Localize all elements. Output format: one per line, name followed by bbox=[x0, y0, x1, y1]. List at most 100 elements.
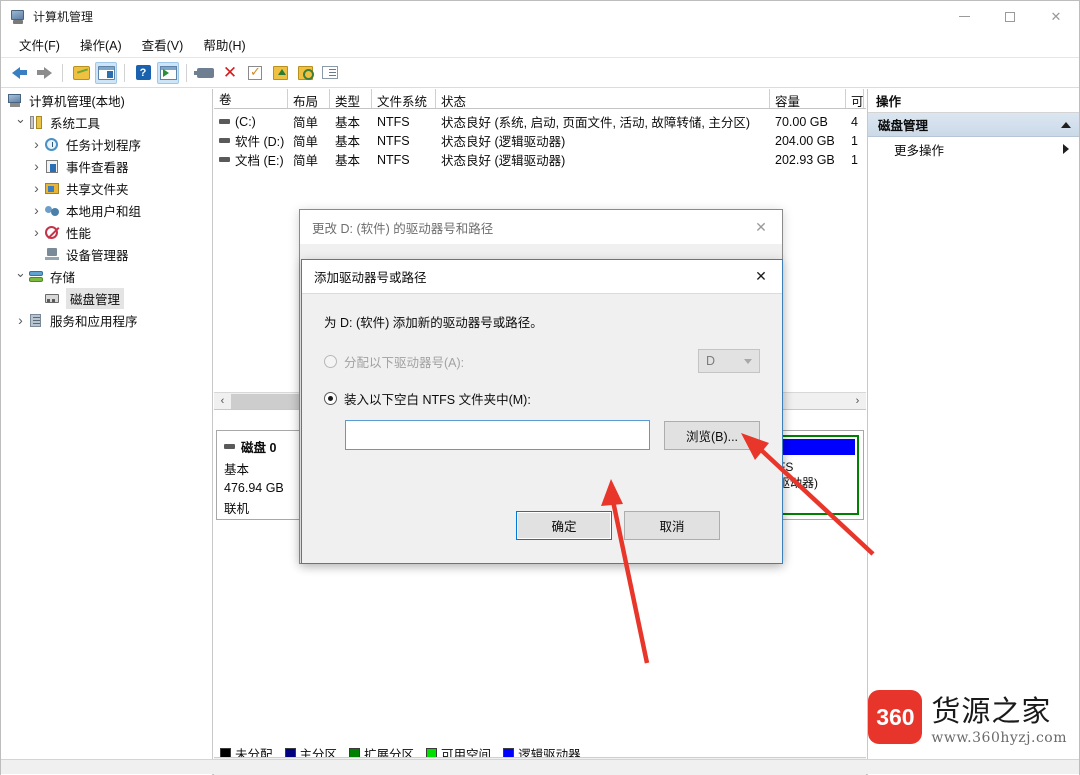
sidebar-item-label: 共享文件夹 bbox=[66, 182, 129, 197]
device-manager-icon bbox=[44, 247, 61, 262]
minimize-button[interactable] bbox=[941, 1, 987, 32]
clock-icon bbox=[44, 137, 61, 152]
option-mount-ntfs-folder[interactable]: 装入以下空白 NTFS 文件夹中(M): bbox=[324, 389, 760, 408]
sidebar-item-label: 存储 bbox=[50, 270, 76, 285]
forward-icon[interactable] bbox=[33, 62, 55, 84]
sidebar-item-shared-folders[interactable]: 共享文件夹 bbox=[1, 177, 212, 199]
show-action-pane-icon[interactable] bbox=[157, 61, 179, 84]
cell-status: 状态良好 (系统, 启动, 页面文件, 活动, 故障转储, 主分区) bbox=[441, 116, 751, 130]
partition-line-1: FS bbox=[778, 460, 794, 474]
column-header-type[interactable]: 类型 bbox=[330, 89, 372, 108]
sidebar-item-system-tools[interactable]: 系统工具 bbox=[1, 111, 212, 133]
sidebar-item-event-viewer[interactable]: 事件查看器 bbox=[1, 155, 212, 177]
column-header-status[interactable]: 状态 bbox=[436, 89, 770, 108]
performance-icon bbox=[44, 225, 61, 240]
option-assign-drive-letter[interactable]: 分配以下驱动器号(A): D bbox=[324, 349, 760, 373]
scroll-left-arrow-icon[interactable]: ‹ bbox=[214, 395, 231, 407]
export-list-icon[interactable] bbox=[269, 62, 291, 84]
window-title: 计算机管理 bbox=[33, 10, 94, 24]
menu-help[interactable]: 帮助(H) bbox=[193, 32, 255, 57]
properties-icon[interactable] bbox=[244, 62, 266, 84]
shared-folders-icon bbox=[44, 181, 61, 196]
table-row[interactable]: (C:) 简单 基本 NTFS 状态良好 (系统, 启动, 页面文件, 活动, … bbox=[214, 112, 866, 131]
cell-type: 基本 bbox=[335, 135, 361, 149]
cell-status: 状态良好 (逻辑驱动器) bbox=[441, 135, 566, 149]
window-controls: ✕ bbox=[941, 1, 1079, 32]
column-header-capacity[interactable]: 容量 bbox=[770, 89, 846, 108]
partition-block-logical[interactable]: FS 驱动器) bbox=[771, 435, 859, 515]
cell-volume-label: (C:) bbox=[235, 114, 256, 129]
sidebar-item-services-applications[interactable]: 服务和应用程序 bbox=[1, 309, 212, 331]
actions-item-more-actions[interactable]: 更多操作 bbox=[868, 137, 1079, 161]
actions-group-disk-management[interactable]: 磁盘管理 bbox=[868, 113, 1079, 137]
close-icon[interactable]: ✕ bbox=[740, 260, 782, 294]
cell-layout: 简单 bbox=[293, 154, 319, 168]
cell-capacity: 70.00 GB bbox=[775, 114, 828, 129]
sidebar-item-performance[interactable]: 性能 bbox=[1, 221, 212, 243]
chevron-right-icon[interactable] bbox=[13, 312, 28, 328]
computer-icon bbox=[7, 93, 24, 108]
cell-layout: 简单 bbox=[293, 135, 319, 149]
close-icon[interactable]: ✕ bbox=[740, 210, 782, 244]
toolbar-separator bbox=[186, 63, 187, 82]
search-icon[interactable] bbox=[294, 62, 316, 84]
chevron-right-icon[interactable] bbox=[29, 202, 44, 218]
collapse-caret-icon[interactable] bbox=[1061, 121, 1071, 128]
browse-button[interactable]: 浏览(B)... bbox=[664, 420, 760, 450]
menu-file[interactable]: 文件(F) bbox=[9, 32, 70, 57]
cell-type: 基本 bbox=[335, 154, 361, 168]
toolbar: ? ✕ bbox=[1, 58, 1079, 88]
column-header-layout[interactable]: 布局 bbox=[288, 89, 330, 108]
sidebar-item-device-manager[interactable]: 设备管理器 bbox=[1, 243, 212, 265]
menu-view[interactable]: 查看(V) bbox=[132, 32, 194, 57]
table-row[interactable]: 文档 (E:) 简单 基本 NTFS 状态良好 (逻辑驱动器) 202.93 G… bbox=[214, 150, 866, 169]
close-button[interactable]: ✕ bbox=[1033, 1, 1079, 32]
delete-icon[interactable]: ✕ bbox=[219, 62, 241, 84]
back-icon[interactable] bbox=[8, 62, 30, 84]
maximize-button[interactable] bbox=[987, 1, 1033, 32]
show-console-tree-icon[interactable] bbox=[95, 61, 117, 84]
menu-bar: 文件(F) 操作(A) 查看(V) 帮助(H) bbox=[1, 32, 1079, 58]
cancel-button[interactable]: 取消 bbox=[624, 511, 720, 540]
dialog-inner-buttons: 确定 取消 bbox=[516, 511, 720, 540]
chevron-right-icon[interactable] bbox=[29, 158, 44, 174]
cell-volume: 文档 (E:) bbox=[214, 150, 288, 169]
scroll-right-arrow-icon[interactable]: › bbox=[849, 395, 866, 407]
drive-letter-dropdown[interactable]: D bbox=[698, 349, 760, 373]
cell-type: 基本 bbox=[335, 116, 361, 130]
column-header-filesystem[interactable]: 文件系统 bbox=[372, 89, 436, 108]
chevron-down-icon[interactable] bbox=[13, 114, 28, 130]
services-apps-icon bbox=[28, 313, 45, 328]
radio-mount-ntfs-folder[interactable] bbox=[324, 392, 337, 405]
help-icon[interactable]: ? bbox=[132, 62, 154, 84]
ok-button[interactable]: 确定 bbox=[516, 511, 612, 540]
rescan-icon[interactable] bbox=[193, 62, 216, 84]
chevron-down-icon[interactable] bbox=[13, 268, 28, 284]
sidebar-item-disk-management[interactable]: 磁盘管理 bbox=[1, 287, 212, 309]
radio-assign-drive-letter[interactable] bbox=[324, 354, 337, 368]
sidebar-item-local-users-groups[interactable]: 本地用户和组 bbox=[1, 199, 212, 221]
disk-info: 磁盘 0 基本 476.94 GB 联机 bbox=[217, 431, 303, 519]
column-header-free[interactable]: 可 bbox=[846, 89, 864, 108]
up-folder-icon[interactable] bbox=[70, 62, 92, 84]
cell-volume-label: 文档 (E:) bbox=[235, 154, 284, 168]
watermark-url: www.360hyzj.com bbox=[931, 730, 1067, 746]
chevron-right-icon[interactable] bbox=[29, 180, 44, 196]
sidebar-item-computer-management[interactable]: 计算机管理(本地) bbox=[1, 89, 212, 111]
chevron-right-icon[interactable] bbox=[29, 136, 44, 152]
sidebar-item-storage[interactable]: 存储 bbox=[1, 265, 212, 287]
sidebar-item-label: 服务和应用程序 bbox=[50, 314, 138, 329]
chevron-right-icon[interactable] bbox=[29, 224, 44, 240]
table-row[interactable]: 软件 (D:) 简单 基本 NTFS 状态良好 (逻辑驱动器) 204.00 G… bbox=[214, 131, 866, 150]
column-header-volume[interactable]: 卷 bbox=[214, 89, 288, 108]
mount-path-input[interactable] bbox=[345, 420, 650, 450]
disk-management-icon bbox=[44, 291, 61, 306]
partition-info: FS 驱动器) bbox=[773, 457, 857, 493]
actions-pane: 操作 磁盘管理 更多操作 bbox=[867, 89, 1079, 775]
sidebar-item-label: 性能 bbox=[66, 226, 92, 241]
detail-view-icon[interactable] bbox=[319, 62, 341, 84]
disk-title: 磁盘 0 bbox=[224, 437, 295, 456]
submenu-caret-icon[interactable] bbox=[1063, 144, 1069, 154]
menu-action[interactable]: 操作(A) bbox=[70, 32, 132, 57]
sidebar-item-task-scheduler[interactable]: 任务计划程序 bbox=[1, 133, 212, 155]
